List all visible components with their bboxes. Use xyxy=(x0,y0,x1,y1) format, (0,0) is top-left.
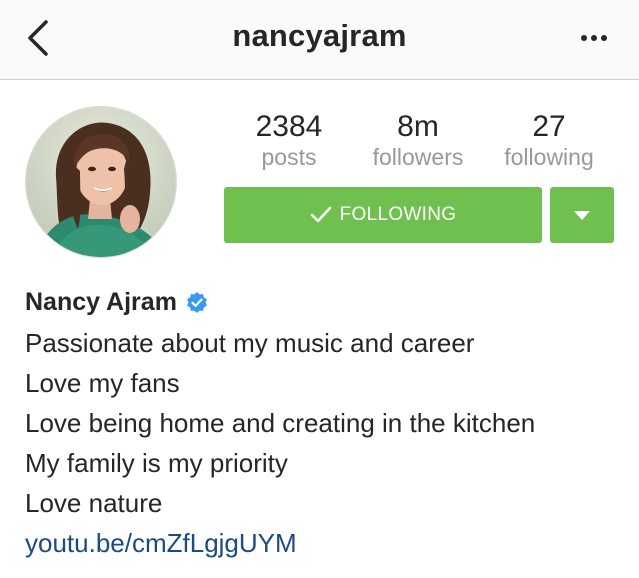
following-button-label: FOLLOWING xyxy=(339,204,457,225)
posts-label: posts xyxy=(261,144,317,170)
stat-followers[interactable]: 8m followers xyxy=(360,110,476,170)
bio-line: Love being home and creating in the kitc… xyxy=(25,408,536,438)
followers-label: followers xyxy=(372,144,464,170)
bio-website-link[interactable]: youtu.be/cmZfLgjgUYM xyxy=(25,528,297,559)
bio-line: Passionate about my music and career xyxy=(25,328,475,358)
profile-full-name: Nancy Ajram xyxy=(25,288,177,316)
bio-line: Love my fans xyxy=(25,368,180,398)
following-count: 27 xyxy=(532,110,566,143)
profile-name-row: Nancy Ajram xyxy=(25,288,209,317)
posts-count: 2384 xyxy=(255,110,323,143)
stat-posts[interactable]: 2384 posts xyxy=(243,110,335,170)
bio-line: My family is my priority xyxy=(25,448,288,478)
verified-badge-icon xyxy=(187,291,207,313)
avatar-photo xyxy=(26,107,176,257)
profile-avatar[interactable] xyxy=(25,106,177,258)
profile-username-title: nancyajram xyxy=(232,18,407,53)
following-button[interactable]: FOLLOWING xyxy=(224,187,542,243)
stat-following[interactable]: 27 following xyxy=(494,110,604,170)
followers-count: 8m xyxy=(397,110,439,143)
top-nav-bar: nancyajram xyxy=(0,0,639,80)
caret-down-icon xyxy=(574,211,590,220)
checkmark-icon xyxy=(310,206,331,223)
following-label: following xyxy=(504,144,594,170)
more-dots-icon xyxy=(581,35,607,41)
more-options-button[interactable] xyxy=(579,26,609,50)
suggestions-dropdown-button[interactable] xyxy=(550,187,614,243)
bio-line: Love nature xyxy=(25,488,163,518)
